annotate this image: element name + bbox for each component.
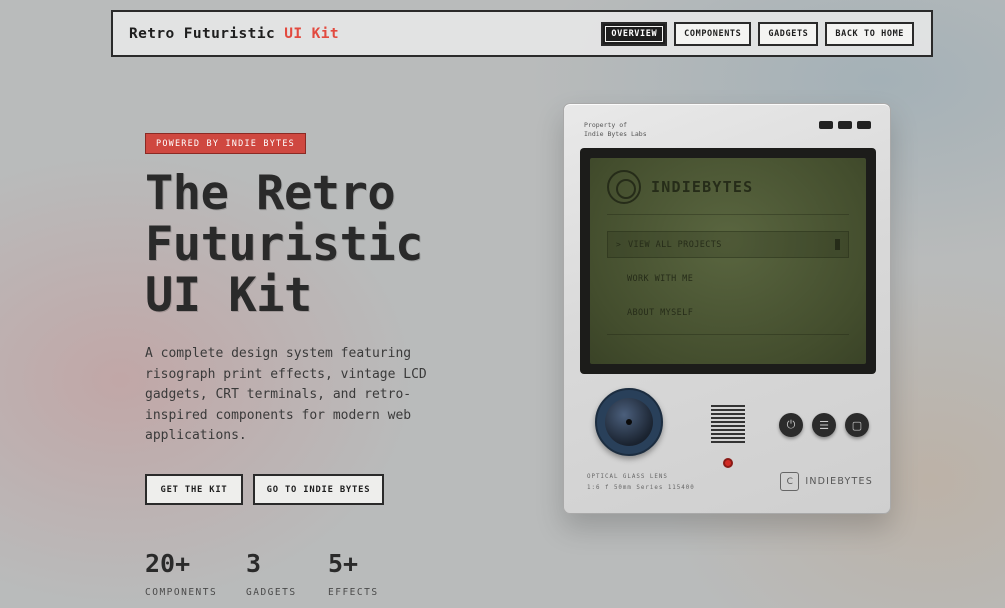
stat-label: EFFECTS [328, 587, 379, 598]
stat-value: 20+ [145, 549, 191, 578]
hero-title-line-2: Futuristic [145, 217, 423, 272]
power-icon: ⏻ [786, 418, 796, 431]
nav-components[interactable]: COMPONENTS [674, 21, 752, 46]
screen-bezel: INDIEBYTES > VIEW ALL PROJECTS WORK WITH… [580, 148, 876, 374]
lens-line-1: OPTICAL GLASS LENS [587, 474, 668, 480]
stat-components: 20+ COMPONENTS [145, 549, 218, 599]
caret-icon: > [616, 240, 622, 249]
stat-effects: 5+ EFFECTS [328, 549, 379, 599]
menu-icon: ☰ [819, 418, 829, 432]
stat-gadgets: 3 GADGETS [246, 549, 297, 599]
hero-description: A complete design system featuring risog… [145, 346, 427, 443]
lcd-gadget: Property of Indie Bytes Labs INDIEBYTES … [563, 103, 891, 514]
screen-title: INDIEBYTES [651, 178, 754, 196]
stat-value: 3 [246, 549, 262, 578]
speaker-grille-icon [711, 405, 745, 445]
knob-dot-icon [626, 419, 632, 425]
menu-item-label: WORK WITH ME [627, 273, 694, 284]
indiebytes-logo-icon [607, 170, 641, 204]
indicator-leds [819, 121, 871, 129]
menu-item-about-myself[interactable]: ABOUT MYSELF [607, 299, 849, 326]
hero-title: The Retro Futuristic UI Kit [145, 168, 525, 321]
nav-back-to-home[interactable]: BACK TO HOME [825, 21, 914, 46]
property-line-1: Property of [584, 121, 628, 129]
property-label: Property of Indie Bytes Labs [584, 121, 647, 139]
stat-label: GADGETS [246, 587, 297, 598]
nav-overview[interactable]: OVERVIEW [601, 21, 668, 46]
stat-value: 5+ [328, 549, 359, 578]
go-to-indie-bytes-button[interactable]: GO TO INDIE BYTES [253, 474, 384, 505]
get-the-kit-button[interactable]: GET THE KIT [145, 474, 243, 505]
record-indicator-icon [723, 458, 733, 468]
nav-gadgets[interactable]: GADGETS [758, 21, 819, 46]
powered-by-badge: POWERED BY INDIE BYTES [145, 133, 306, 154]
led-icon [838, 121, 852, 129]
square-icon: ▢ [851, 418, 863, 432]
menu-item-label: VIEW ALL PROJECTS [628, 239, 722, 250]
led-icon [819, 121, 833, 129]
screen-divider [607, 334, 849, 335]
menu-button[interactable]: ☰ [812, 413, 836, 437]
power-button[interactable]: ⏻ [779, 413, 803, 437]
brand-logo[interactable]: Retro Futuristic UI Kit [129, 26, 339, 42]
brand-main: Retro Futuristic [129, 25, 276, 42]
rotary-knob[interactable] [595, 388, 663, 456]
screen-divider [607, 214, 849, 215]
hero-title-line-3: UI Kit [145, 268, 312, 323]
stat-label: COMPONENTS [145, 587, 218, 598]
site-header: Retro Futuristic UI Kit OVERVIEW COMPONE… [111, 10, 933, 57]
brand-accent: UI Kit [284, 25, 339, 42]
main-nav: OVERVIEW COMPONENTS GADGETS BACK TO HOME [601, 21, 914, 46]
lcd-screen: INDIEBYTES > VIEW ALL PROJECTS WORK WITH… [590, 158, 866, 364]
lens-line-2: 1:6 f 50mm Series 115400 [587, 485, 695, 491]
lens-info: OPTICAL GLASS LENS 1:6 f 50mm Series 115… [587, 472, 695, 494]
led-icon [857, 121, 871, 129]
cursor-block-icon [835, 239, 840, 250]
hero-title-line-1: The Retro [145, 166, 396, 221]
knob-cap-icon [605, 398, 653, 446]
device-brand-name: INDIEBYTES [805, 476, 873, 487]
property-line-2: Indie Bytes Labs [584, 130, 647, 138]
menu-item-label: ABOUT MYSELF [627, 307, 694, 318]
square-button[interactable]: ▢ [845, 413, 869, 437]
menu-item-work-with-me[interactable]: WORK WITH ME [607, 265, 849, 292]
brand-mark-icon: C [780, 472, 800, 491]
device-brand: C INDIEBYTES [780, 472, 873, 491]
menu-item-view-all-projects[interactable]: > VIEW ALL PROJECTS [607, 231, 849, 258]
